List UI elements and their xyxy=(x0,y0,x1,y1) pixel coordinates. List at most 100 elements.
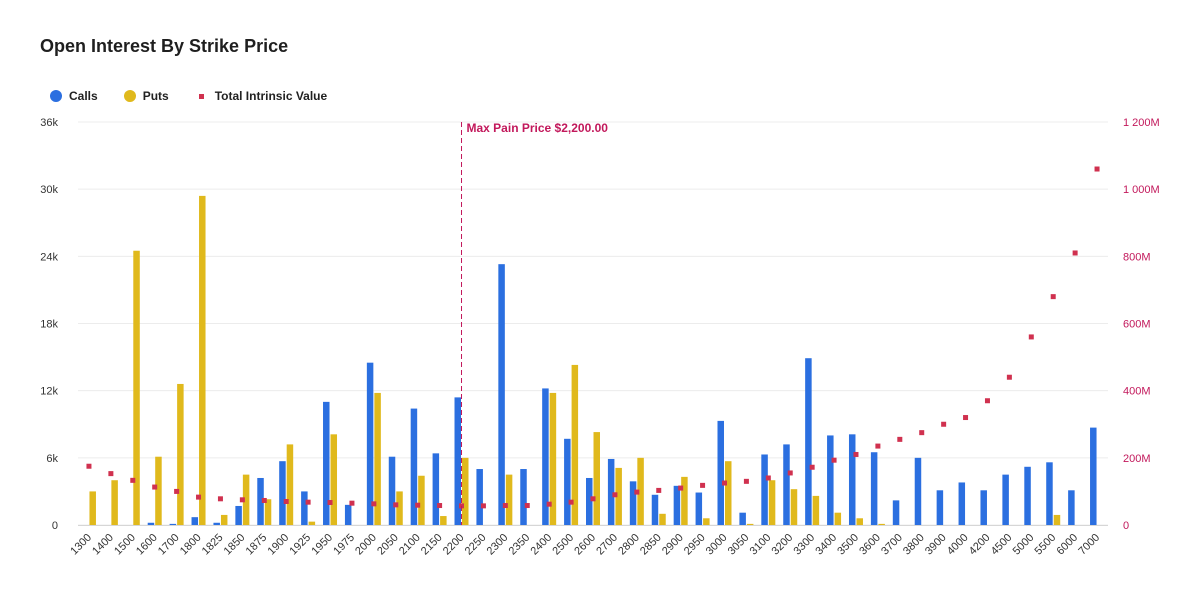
intrinsic-value-point xyxy=(196,494,202,500)
x-tick-label: 3050 xyxy=(726,532,752,558)
x-tick-label: 3400 xyxy=(813,532,839,558)
y-right-tick-label: 600M xyxy=(1123,319,1151,331)
intrinsic-value-point xyxy=(393,502,399,508)
puts-bar xyxy=(790,489,798,525)
x-tick-label: 3300 xyxy=(791,532,817,558)
intrinsic-value-point xyxy=(700,482,706,488)
intrinsic-value-point xyxy=(1094,166,1100,172)
y-left-tick-label: 0 xyxy=(52,520,58,532)
puts-bar xyxy=(440,516,447,525)
intrinsic-value-point xyxy=(130,477,136,483)
x-tick-label: 1700 xyxy=(156,532,182,558)
calls-bar xyxy=(717,420,724,525)
intrinsic-value-point xyxy=(941,421,947,427)
calls-bar xyxy=(980,490,987,525)
x-tick-label: 3500 xyxy=(835,532,861,558)
x-tick-label: 2400 xyxy=(528,532,554,558)
puts-bar xyxy=(768,480,776,525)
puts-bar xyxy=(111,480,118,525)
intrinsic-value-point xyxy=(590,496,596,502)
intrinsic-value-point xyxy=(480,503,486,509)
calls-bar xyxy=(629,481,637,525)
intrinsic-value-point xyxy=(919,430,925,436)
puts-bar xyxy=(703,518,710,525)
x-tick-label: 1950 xyxy=(309,532,335,558)
calls-bar xyxy=(761,454,768,525)
intrinsic-value-point xyxy=(152,484,158,490)
calls-bar xyxy=(936,490,944,525)
intrinsic-value-point xyxy=(853,451,859,457)
intrinsic-value-point xyxy=(634,489,640,495)
intrinsic-value-point xyxy=(612,492,618,498)
max-pain-label: Max Pain Price $2,200.00 xyxy=(467,121,609,135)
x-tick-label: 1400 xyxy=(90,532,116,558)
calls-bar xyxy=(914,457,922,525)
calls-bar xyxy=(870,452,878,525)
intrinsic-value-point xyxy=(327,499,333,505)
puts-bar xyxy=(878,523,885,525)
calls-bar xyxy=(651,494,659,525)
puts-bar xyxy=(724,461,732,525)
calls-bar xyxy=(1068,490,1075,525)
calls-bar xyxy=(476,469,483,525)
puts-bar xyxy=(155,456,162,525)
x-tick-label: 2100 xyxy=(397,532,423,558)
intrinsic-value-point xyxy=(546,501,552,507)
intrinsic-value-point xyxy=(897,436,903,442)
x-tick-label: 3600 xyxy=(857,532,883,558)
x-tick-label: 2600 xyxy=(572,532,598,558)
puts-bar xyxy=(834,512,842,525)
puts-bar xyxy=(89,491,96,525)
puts-bar xyxy=(177,383,184,525)
x-tick-label: 3700 xyxy=(879,532,905,558)
puts-bar xyxy=(659,513,666,525)
x-tick-label: 2800 xyxy=(616,532,642,558)
calls-bar xyxy=(213,522,220,525)
puts-bar xyxy=(396,491,403,525)
x-tick-label: 1850 xyxy=(222,532,248,558)
x-tick-label: 2150 xyxy=(419,532,445,558)
x-tick-label: 3900 xyxy=(923,532,949,558)
x-tick-label: 1875 xyxy=(244,532,270,558)
x-tick-label: 2900 xyxy=(660,532,686,558)
calls-bar xyxy=(301,491,308,525)
intrinsic-value-point xyxy=(239,497,245,503)
x-tick-label: 2200 xyxy=(441,532,467,558)
intrinsic-value-point xyxy=(437,503,443,509)
y-left-tick-label: 6k xyxy=(46,453,58,465)
calls-bar xyxy=(848,434,856,525)
puts-bar xyxy=(264,499,272,525)
puts-bar xyxy=(1053,514,1061,525)
calls-bar xyxy=(805,358,812,525)
calls-bar xyxy=(366,362,374,525)
intrinsic-value-point xyxy=(1028,334,1034,340)
intrinsic-value-point xyxy=(787,470,793,476)
x-tick-label: 2850 xyxy=(638,532,664,558)
intrinsic-value-point xyxy=(656,487,662,493)
y-right-tick-label: 1 000M xyxy=(1123,184,1160,196)
intrinsic-value-point xyxy=(1072,250,1078,256)
calls-bar xyxy=(739,512,746,525)
puts-bar xyxy=(418,475,425,525)
intrinsic-value-point xyxy=(809,464,815,470)
intrinsic-value-point xyxy=(743,478,749,484)
calls-bar xyxy=(279,461,286,525)
intrinsic-value-point xyxy=(1050,294,1056,300)
puts-bar xyxy=(746,523,754,525)
intrinsic-value-point xyxy=(371,501,377,507)
x-tick-label: 1925 xyxy=(287,532,313,558)
puts-bar xyxy=(199,195,206,525)
puts-bar xyxy=(593,432,600,525)
y-right-tick-label: 800M xyxy=(1123,251,1151,263)
intrinsic-value-point xyxy=(568,499,574,505)
x-tick-label: 2050 xyxy=(375,532,401,558)
x-tick-label: 2950 xyxy=(682,532,708,558)
y-right-tick-label: 200M xyxy=(1123,453,1151,465)
x-tick-label: 4500 xyxy=(989,532,1015,558)
calls-bar xyxy=(432,453,440,525)
y-right-tick-label: 0 xyxy=(1123,520,1129,532)
x-tick-label: 1300 xyxy=(68,532,94,558)
calls-bar xyxy=(695,492,703,525)
calls-bar xyxy=(388,456,396,525)
y-left-tick-label: 12k xyxy=(40,386,58,398)
